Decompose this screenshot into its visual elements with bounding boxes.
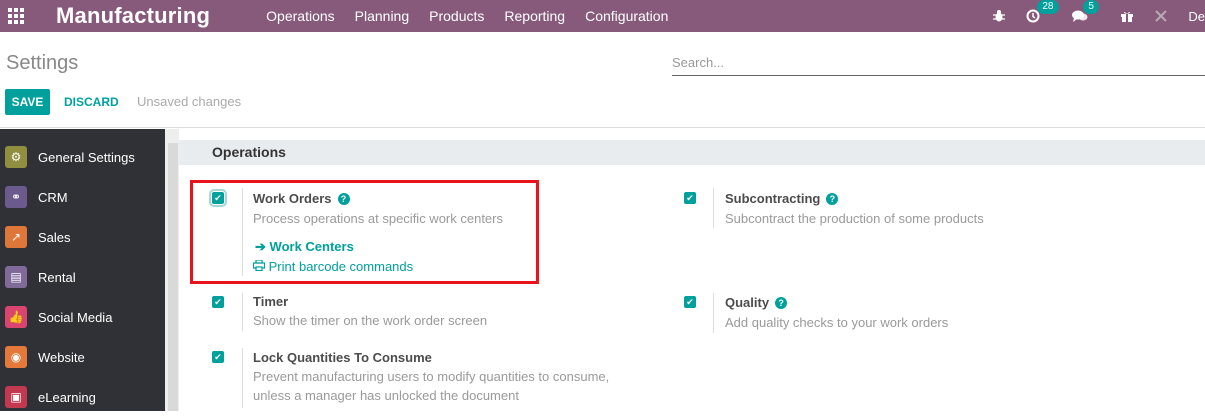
sidebar-item-elearning[interactable]: ▣ eLearning: [0, 377, 165, 417]
lock-quantities-title: Lock Quantities To Consume: [253, 350, 432, 365]
timer-title: Timer: [253, 294, 289, 309]
sidebar-item-label: Sales: [38, 229, 71, 245]
settings-sidebar: ⚙ General Settings ⚭ CRM ↗ Sales ▤ Renta…: [0, 129, 165, 411]
lock-quantities-description-line2: unless a manager has unlocked the docume…: [253, 388, 519, 403]
elearning-icon: ▣: [5, 386, 27, 408]
sidebar-item-general-settings[interactable]: ⚙ General Settings: [0, 137, 165, 177]
top-navbar: Manufacturing Operations Planning Produc…: [0, 0, 1205, 32]
menu-reporting[interactable]: Reporting: [494, 0, 575, 32]
divider: [242, 293, 243, 331]
calendar-icon: ▤: [5, 266, 27, 288]
sidebar-item-sales[interactable]: ↗ Sales: [0, 217, 165, 257]
menu-products[interactable]: Products: [419, 0, 494, 32]
timer-checkbox[interactable]: ✔: [212, 296, 224, 308]
systray: 28 5 De: [982, 0, 1205, 32]
discard-button[interactable]: DISCARD: [64, 89, 119, 115]
activity-clock-icon[interactable]: 28: [1026, 0, 1059, 23]
help-icon[interactable]: ?: [826, 192, 839, 205]
menu-configuration[interactable]: Configuration: [575, 0, 678, 32]
thumbs-up-icon: 👍: [5, 306, 27, 328]
bug-icon[interactable]: [992, 9, 1006, 23]
app-brand[interactable]: Manufacturing: [56, 3, 210, 29]
scrollbar[interactable]: [168, 143, 178, 411]
gift-icon[interactable]: [1120, 9, 1134, 23]
timer-description: Show the timer on the work order screen: [253, 313, 488, 328]
divider: [713, 293, 714, 333]
user-menu[interactable]: De: [1188, 9, 1205, 24]
quality-description: Add quality checks to your work orders: [725, 315, 949, 330]
sidebar-item-label: Social Media: [38, 309, 113, 325]
quality-checkbox[interactable]: ✔: [684, 296, 696, 308]
section-header: Operations: [179, 140, 1205, 165]
subcontracting-title-text: Subcontracting: [725, 191, 821, 206]
subcontracting-title: Subcontracting ?: [725, 191, 839, 206]
debug-tools-icon[interactable]: [1154, 9, 1168, 23]
highlight-box: [190, 180, 539, 284]
gear-icon: ⚙: [5, 146, 27, 168]
main-menu: Operations Planning Products Reporting C…: [256, 0, 678, 32]
sidebar-item-label: Rental: [38, 269, 76, 285]
message-count-badge: 5: [1083, 0, 1099, 14]
divider: [713, 188, 714, 228]
sidebar-item-social-media[interactable]: 👍 Social Media: [0, 297, 165, 337]
subcontracting-checkbox[interactable]: ✔: [684, 192, 696, 204]
sidebar-item-rental[interactable]: ▤ Rental: [0, 257, 165, 297]
save-button[interactable]: SAVE: [5, 89, 50, 115]
sidebar-item-label: Website: [38, 349, 85, 365]
page-title: Settings: [6, 52, 79, 74]
activity-count-badge: 28: [1037, 0, 1059, 14]
handshake-icon: ⚭: [5, 186, 27, 208]
lock-quantities-checkbox[interactable]: ✔: [212, 351, 224, 363]
menu-operations[interactable]: Operations: [256, 0, 344, 32]
sidebar-item-label: General Settings: [38, 149, 135, 165]
help-icon[interactable]: ?: [775, 296, 788, 309]
divider: [242, 348, 243, 408]
messages-icon[interactable]: 5: [1072, 0, 1099, 23]
sidebar-item-label: eLearning: [38, 389, 96, 405]
sidebar-item-website[interactable]: ◉ Website: [0, 337, 165, 377]
section-title: Operations: [212, 144, 286, 160]
sidebar-item-label: CRM: [38, 189, 68, 205]
scroll-gutter: [165, 129, 179, 411]
lock-quantities-description-line1: Prevent manufacturing users to modify qu…: [253, 369, 610, 384]
sidebar-item-crm[interactable]: ⚭ CRM: [0, 177, 165, 217]
apps-menu-icon[interactable]: [0, 0, 32, 32]
unsaved-changes-label: Unsaved changes: [137, 94, 242, 109]
globe-icon: ◉: [5, 346, 27, 368]
quality-title: Quality ?: [725, 295, 788, 310]
control-panel: Settings Search... SAVE DISCARD Unsaved …: [0, 32, 1205, 128]
quality-title-text: Quality: [725, 295, 770, 310]
chart-icon: ↗: [5, 226, 27, 248]
subcontracting-description: Subcontract the production of some produ…: [725, 211, 984, 226]
search-input[interactable]: Search...: [672, 54, 1205, 76]
menu-planning[interactable]: Planning: [345, 0, 420, 32]
